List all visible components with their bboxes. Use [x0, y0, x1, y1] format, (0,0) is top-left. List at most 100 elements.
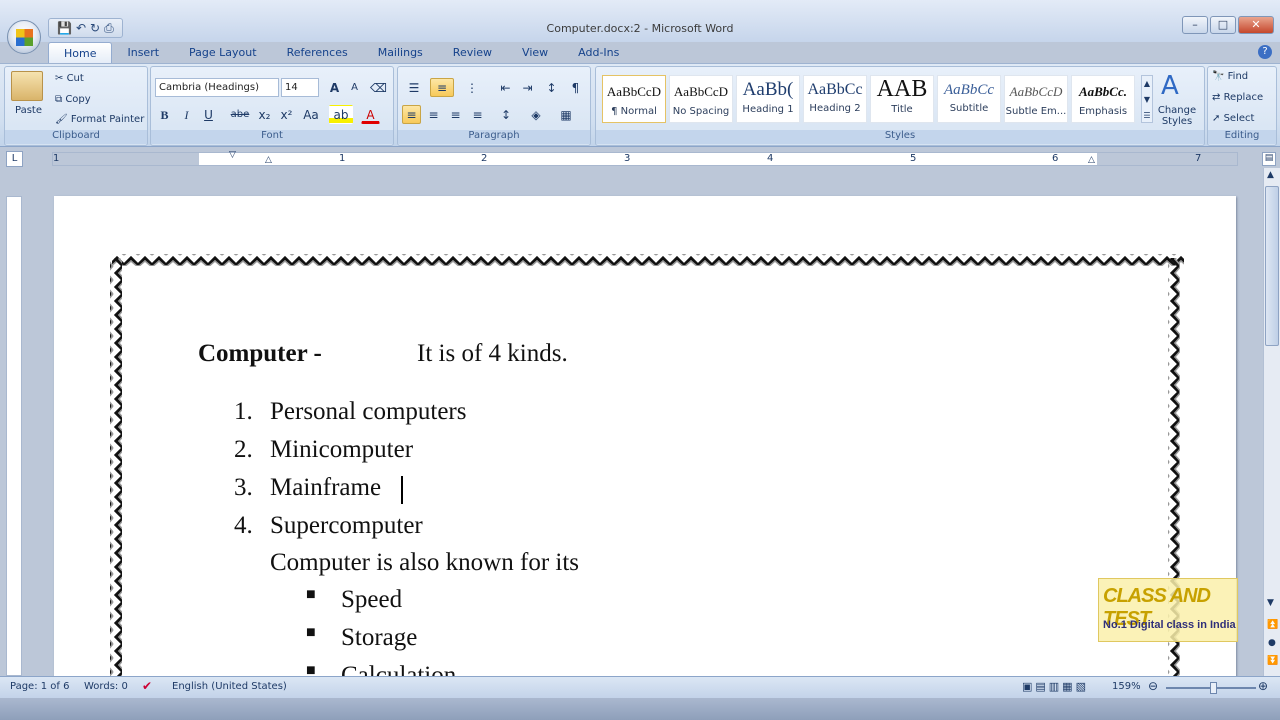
style-heading-1[interactable]: AaBb(Heading 1	[736, 75, 800, 123]
scroll-down-icon[interactable]: ▼	[1267, 598, 1274, 608]
replace-icon: ⇄	[1212, 92, 1224, 103]
find-label: Find	[1227, 71, 1249, 82]
decrease-indent-icon[interactable]: ⇤	[496, 78, 515, 97]
hanging-indent-icon[interactable]: △	[265, 155, 272, 165]
sort-icon[interactable]: ↕	[542, 78, 561, 97]
tab-page-layout[interactable]: Page Layout	[174, 42, 272, 64]
borders-icon[interactable]: ▦	[554, 105, 578, 124]
proofing-icon[interactable]: ✔	[142, 679, 152, 693]
style-heading-2[interactable]: AaBbCc Heading 2	[803, 75, 867, 123]
help-icon[interactable]: ?	[1258, 45, 1272, 59]
scroll-thumb[interactable]	[1265, 186, 1279, 346]
minimize-button[interactable]: –	[1182, 16, 1208, 34]
increase-indent-icon[interactable]: ⇥	[518, 78, 537, 97]
previous-page-icon[interactable]: ⏫	[1267, 620, 1278, 630]
superscript-button[interactable]: x²	[277, 105, 296, 124]
page-count[interactable]: Page: 1 of 6	[10, 681, 69, 692]
office-button[interactable]	[7, 20, 41, 54]
align-right-icon[interactable]: ≡	[446, 105, 465, 124]
style-no-spacing[interactable]: AaBbCcD No Spacing	[669, 75, 733, 123]
language[interactable]: English (United States)	[172, 681, 287, 692]
document-page[interactable]: Computer - It is of 4 kinds. 1. Personal…	[54, 196, 1236, 686]
tab-review[interactable]: Review	[438, 42, 507, 64]
style-title[interactable]: AAB Title	[870, 75, 934, 123]
style-name: Emphasis	[1078, 106, 1128, 117]
grow-font-button[interactable]: A	[325, 78, 344, 97]
copy-button[interactable]: ⧉ Copy	[55, 94, 91, 105]
view-ruler-icon[interactable]: ▤	[1262, 152, 1276, 166]
zoom-slider-thumb[interactable]	[1210, 682, 1217, 694]
right-indent-icon[interactable]: △	[1088, 155, 1095, 165]
ribbon: Paste ✂ Cut ⧉ Copy 🖌 Format Painter Clip…	[0, 63, 1280, 147]
style-subtitle[interactable]: AaBbCc Subtitle	[937, 75, 1001, 123]
bullet-item: Storage	[341, 624, 418, 651]
close-button[interactable]: ✕	[1238, 16, 1274, 34]
ruler-number: 1	[53, 153, 60, 164]
zoom-out-icon[interactable]: ⊖	[1148, 679, 1158, 693]
change-case-button[interactable]: Aa	[299, 105, 323, 124]
select-button[interactable]: ➚ Select	[1212, 113, 1254, 124]
subscript-button[interactable]: x₂	[255, 105, 274, 124]
list-item: Minicomputer	[270, 436, 414, 463]
bullet-item: Speed	[341, 586, 403, 613]
highlight-button[interactable]: ab	[329, 105, 353, 124]
multilevel-list-icon[interactable]: ⋮	[460, 78, 484, 97]
first-line-indent-icon[interactable]: ▽	[229, 150, 236, 160]
align-left-icon[interactable]: ≡	[402, 105, 421, 124]
tab-view[interactable]: View	[507, 42, 563, 64]
replace-button[interactable]: ⇄ Replace	[1212, 92, 1263, 103]
style-name: Subtitle	[949, 103, 989, 114]
zoom-level[interactable]: 159%	[1112, 681, 1141, 692]
font-size-box[interactable]: 14	[281, 78, 319, 97]
underline-button[interactable]: U	[199, 105, 218, 124]
show-marks-button[interactable]: ¶	[566, 78, 585, 97]
ruler-number: 4	[767, 153, 774, 164]
italic-button[interactable]: I	[177, 105, 196, 124]
font-color-button[interactable]: A	[361, 105, 380, 124]
styles-scroll-icon[interactable]: ▲ ▼ ☰	[1141, 75, 1153, 123]
vertical-ruler[interactable]	[6, 196, 22, 676]
clear-formatting-icon[interactable]: ⌫	[369, 78, 388, 97]
change-styles-button[interactable]: Change Styles	[1156, 105, 1198, 127]
ruler-number: 5	[910, 153, 917, 164]
zoom-in-icon[interactable]: ⊕	[1258, 679, 1268, 693]
change-styles-icon[interactable]: A	[1161, 71, 1179, 101]
format-painter-button[interactable]: 🖌 Format Painter	[55, 114, 144, 125]
heading-description: It is of 4 kinds.	[417, 340, 568, 367]
tab-references[interactable]: References	[272, 42, 363, 64]
maximize-button[interactable]: □	[1210, 16, 1236, 34]
tab-mailings[interactable]: Mailings	[363, 42, 438, 64]
cut-button[interactable]: ✂ Cut	[55, 73, 84, 84]
tab-add-ins[interactable]: Add-Ins	[563, 42, 634, 64]
horizontal-ruler[interactable]: 1 1 2 3 4 5 6 7 ▽ △ △	[52, 150, 1238, 166]
paste-button[interactable]: Paste	[15, 105, 42, 116]
bullets-icon[interactable]: ☰	[402, 78, 426, 97]
numbering-icon[interactable]: ≡	[430, 78, 454, 97]
line-spacing-icon[interactable]: ↕	[494, 105, 518, 124]
align-center-icon[interactable]: ≡	[424, 105, 443, 124]
browse-object-icon[interactable]: ●	[1268, 638, 1276, 648]
tab-home[interactable]: Home	[48, 42, 113, 64]
font-name-box[interactable]: Cambria (Headings)	[155, 78, 279, 97]
list-number: 1.	[234, 398, 253, 425]
text-cursor	[401, 476, 403, 504]
justify-icon[interactable]: ≡	[468, 105, 487, 124]
word-count[interactable]: Words: 0	[84, 681, 128, 692]
style-subtle-emphasis[interactable]: AaBbCcD Subtle Em...	[1004, 75, 1068, 123]
style-normal[interactable]: AaBbCcD ¶ Normal	[602, 75, 666, 123]
tab-selector-icon[interactable]: L	[6, 151, 23, 167]
shading-icon[interactable]: ◈	[524, 105, 548, 124]
paste-icon[interactable]	[11, 71, 43, 101]
bold-button[interactable]: B	[155, 105, 174, 124]
shrink-font-button[interactable]: A	[345, 78, 364, 97]
find-button[interactable]: 🔭 Find	[1212, 71, 1248, 82]
watermark-logo: CLASS AND TEST No.1 Digital class in Ind…	[1098, 578, 1238, 642]
scroll-up-icon[interactable]: ▲	[1267, 170, 1274, 180]
style-emphasis[interactable]: AaBbCc. Emphasis	[1071, 75, 1135, 123]
next-page-icon[interactable]: ⏬	[1267, 656, 1278, 666]
view-buttons-icon[interactable]: ▣▤▥▦▧	[1022, 680, 1089, 693]
tab-insert[interactable]: Insert	[112, 42, 174, 64]
vertical-scrollbar[interactable]: ▲ ▼ ⏫ ● ⏬	[1263, 168, 1280, 676]
status-bar: Page: 1 of 6 Words: 0 ✔ English (United …	[0, 676, 1280, 698]
strikethrough-button[interactable]: abe	[227, 105, 253, 124]
